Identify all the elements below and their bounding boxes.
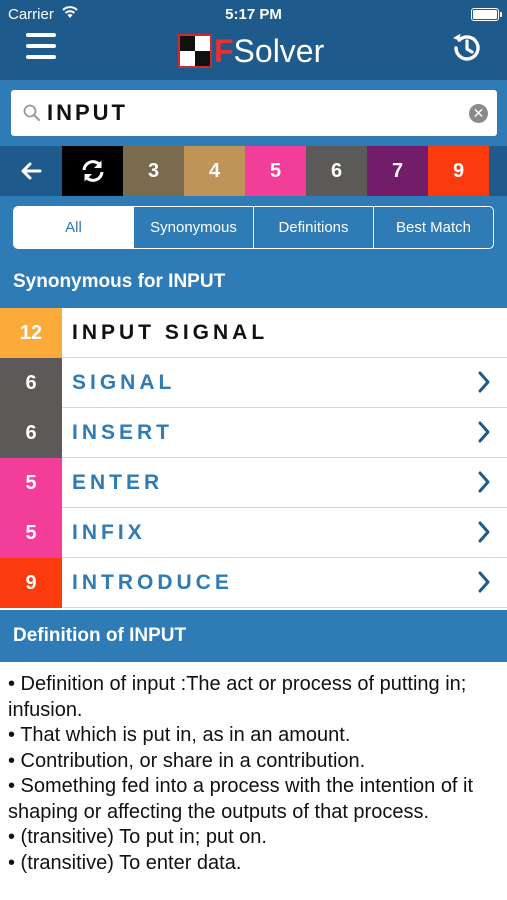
definition-item: • Contribution, or share in a contributi… [8, 749, 366, 772]
letter-count-badge: 5 [0, 508, 62, 558]
tab-synonymous[interactable]: Synonymous [133, 207, 253, 248]
battery-icon [471, 8, 502, 21]
search-area: ✕ [0, 80, 507, 146]
length-filter-5[interactable]: 5 [245, 146, 306, 196]
result-word: INSERT [72, 421, 174, 444]
definition-item: • Definition of input :The act or proces… [8, 673, 467, 721]
status-bar: Carrier 5:17 PM [0, 0, 507, 28]
search-bar: ✕ [11, 90, 497, 136]
definition-section-header: Definition of INPUT [0, 610, 507, 662]
search-icon [23, 104, 40, 121]
length-filter-4[interactable]: 4 [184, 146, 245, 196]
result-row[interactable]: 12 INPUT SIGNAL [0, 308, 507, 358]
result-word: ENTER [72, 471, 164, 494]
filter-segmented-control: All Synonymous Definitions Best Match [13, 206, 494, 249]
navigation-bar: Carrier 5:17 PM F Solver [0, 0, 507, 80]
chevron-right-icon [478, 471, 490, 493]
back-button[interactable] [0, 146, 62, 196]
letter-count-badge: 12 [0, 308, 62, 358]
letter-count-badge: 9 [0, 558, 62, 608]
length-filter-3[interactable]: 3 [123, 146, 184, 196]
refresh-button[interactable] [62, 146, 123, 196]
synonyms-section-header: Synonymous for INPUT [0, 256, 507, 308]
result-row[interactable]: 9 INTRODUCE [0, 558, 507, 608]
refresh-icon [82, 160, 103, 182]
tab-definitions[interactable]: Definitions [253, 207, 373, 248]
letter-count-badge: 6 [0, 358, 62, 408]
result-row[interactable]: 6 SIGNAL [0, 358, 507, 408]
tab-best-match[interactable]: Best Match [373, 207, 493, 248]
result-row[interactable]: 5 INFIX [0, 508, 507, 558]
search-input[interactable] [47, 98, 467, 128]
chevron-right-icon [478, 521, 490, 543]
clear-search-icon[interactable]: ✕ [469, 104, 488, 123]
chevron-right-icon [478, 371, 490, 393]
filter-tabs-area: All Synonymous Definitions Best Match [0, 196, 507, 256]
length-filter-bar: 345679 [0, 146, 507, 196]
length-filter-7[interactable]: 7 [367, 146, 428, 196]
result-row[interactable]: 6 INSERT [0, 408, 507, 458]
definition-item: • (transitive) To enter data. [8, 851, 242, 874]
checkered-logo-icon [178, 34, 212, 68]
chevron-right-icon [478, 421, 490, 443]
definition-item: • That which is put in, as in an amount. [8, 724, 351, 746]
brand-letter: F [214, 32, 234, 69]
length-filter-9[interactable]: 9 [428, 146, 489, 196]
brand-name: Solver [233, 32, 325, 69]
tab-all[interactable]: All [14, 207, 133, 248]
letter-count-badge: 6 [0, 408, 62, 458]
result-word: INFIX [72, 521, 146, 544]
definition-item: • (transitive) To put in; put on. [8, 826, 267, 848]
result-word: INTRODUCE [72, 571, 233, 594]
results-list: 12 INPUT SIGNAL 6 SIGNAL 6 INSERT 5 ENTER 5 INFIX… [0, 308, 507, 608]
history-icon[interactable] [449, 30, 485, 66]
app-logo: F Solver [178, 32, 325, 69]
arrow-left-icon [21, 162, 42, 180]
status-time: 5:17 PM [225, 6, 282, 23]
chevron-right-icon [478, 571, 490, 593]
letter-count-badge: 5 [0, 458, 62, 508]
menu-button[interactable] [26, 33, 56, 59]
definitions-text: • Definition of input :The act or proces… [8, 672, 499, 876]
result-word: INPUT SIGNAL [72, 321, 269, 344]
definition-item: • Something fed into a process with the … [8, 775, 474, 823]
result-word: SIGNAL [72, 371, 176, 394]
length-filter-6[interactable]: 6 [306, 146, 367, 196]
result-row[interactable]: 5 ENTER [0, 458, 507, 508]
